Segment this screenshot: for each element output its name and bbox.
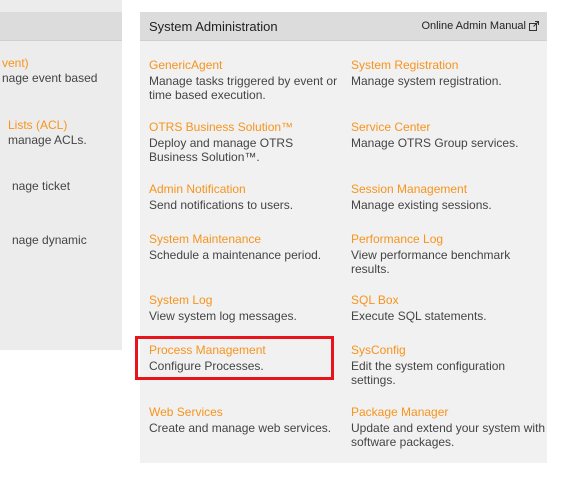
item-title[interactable]: SysConfig: [351, 343, 547, 357]
admin-item-system-log[interactable]: System Log View system log messages.: [149, 293, 345, 323]
left-item-title[interactable]: vent): [2, 56, 122, 70]
item-title[interactable]: Admin Notification: [149, 182, 345, 196]
item-desc: Send notifications to users.: [149, 198, 294, 212]
external-link-icon: [529, 21, 539, 31]
item-title[interactable]: System Log: [149, 293, 345, 307]
admin-item-web-services[interactable]: Web Services Create and manage web servi…: [149, 405, 345, 435]
item-title[interactable]: SQL Box: [351, 293, 547, 307]
item-desc: Execute SQL statements.: [351, 309, 487, 323]
left-item-desc: nage ticket: [12, 179, 71, 193]
online-admin-manual-link[interactable]: Online Admin Manual: [421, 20, 539, 32]
item-desc: View performance benchmark results.: [351, 248, 511, 276]
item-desc: Manage OTRS Group services.: [351, 136, 519, 150]
item-title[interactable]: Session Management: [351, 182, 547, 196]
admin-item-package-manager[interactable]: Package Manager Update and extend your s…: [351, 405, 547, 449]
admin-item-sysconfig[interactable]: SysConfig Edit the system configuration …: [351, 343, 547, 387]
admin-item-performance-log[interactable]: Performance Log View performance benchma…: [351, 232, 547, 276]
item-desc: View system log messages.: [149, 309, 297, 323]
left-panel: vent) nage event based Lists (ACL) manag…: [0, 0, 122, 350]
item-title[interactable]: Web Services: [149, 405, 345, 419]
left-panel-header: [0, 12, 122, 41]
left-item-ticket[interactable]: nage ticket: [12, 178, 122, 193]
left-item-desc: manage ACLs.: [8, 133, 87, 147]
manual-link-label[interactable]: Online Admin Manual: [421, 20, 526, 32]
admin-item-system-registration[interactable]: System Registration Manage system regist…: [351, 58, 547, 88]
item-desc: Create and manage web services.: [149, 421, 332, 435]
admin-item-sql-box[interactable]: SQL Box Execute SQL statements.: [351, 293, 547, 323]
item-title[interactable]: Service Center: [351, 120, 547, 134]
item-title[interactable]: Package Manager: [351, 405, 547, 419]
item-title[interactable]: GenericAgent: [149, 58, 345, 72]
left-item-title[interactable]: Lists (ACL): [8, 118, 122, 132]
admin-item-system-maintenance[interactable]: System Maintenance Schedule a maintenanc…: [149, 232, 345, 262]
item-desc: Update and extend your system with softw…: [351, 421, 546, 449]
admin-item-genericagent[interactable]: GenericAgent Manage tasks triggered by e…: [149, 58, 345, 102]
item-desc: Edit the system configuration settings.: [351, 359, 506, 387]
item-desc: Manage existing sessions.: [351, 198, 492, 212]
admin-item-otrs-business-solution[interactable]: OTRS Business Solution™ Deploy and manag…: [149, 120, 345, 164]
highlight-box: [135, 336, 334, 380]
system-administration-panel: System Administration Online Admin Manua…: [140, 12, 547, 463]
admin-item-session-management[interactable]: Session Management Manage existing sessi…: [351, 182, 547, 212]
item-desc: Manage tasks triggered by event or time …: [149, 74, 338, 102]
item-title[interactable]: OTRS Business Solution™: [149, 120, 345, 134]
item-desc: Deploy and manage OTRS Business Solution…: [149, 136, 294, 164]
admin-item-admin-notification[interactable]: Admin Notification Send notifications to…: [149, 182, 345, 212]
panel-header: System Administration Online Admin Manua…: [140, 12, 547, 41]
item-title[interactable]: System Maintenance: [149, 232, 345, 246]
item-title[interactable]: Performance Log: [351, 232, 547, 246]
item-title[interactable]: System Registration: [351, 58, 547, 72]
left-item-acl[interactable]: Lists (ACL) manage ACLs.: [8, 118, 122, 147]
left-item-desc: nage dynamic: [12, 233, 87, 247]
left-item-desc: nage event based: [2, 71, 98, 85]
item-desc: Manage system registration.: [351, 74, 502, 88]
left-item-dynamic[interactable]: nage dynamic: [12, 232, 122, 247]
panel-title: System Administration: [149, 19, 278, 34]
admin-item-service-center[interactable]: Service Center Manage OTRS Group service…: [351, 120, 547, 150]
left-item-event[interactable]: vent) nage event based: [2, 56, 122, 85]
item-desc: Schedule a maintenance period.: [149, 248, 322, 262]
